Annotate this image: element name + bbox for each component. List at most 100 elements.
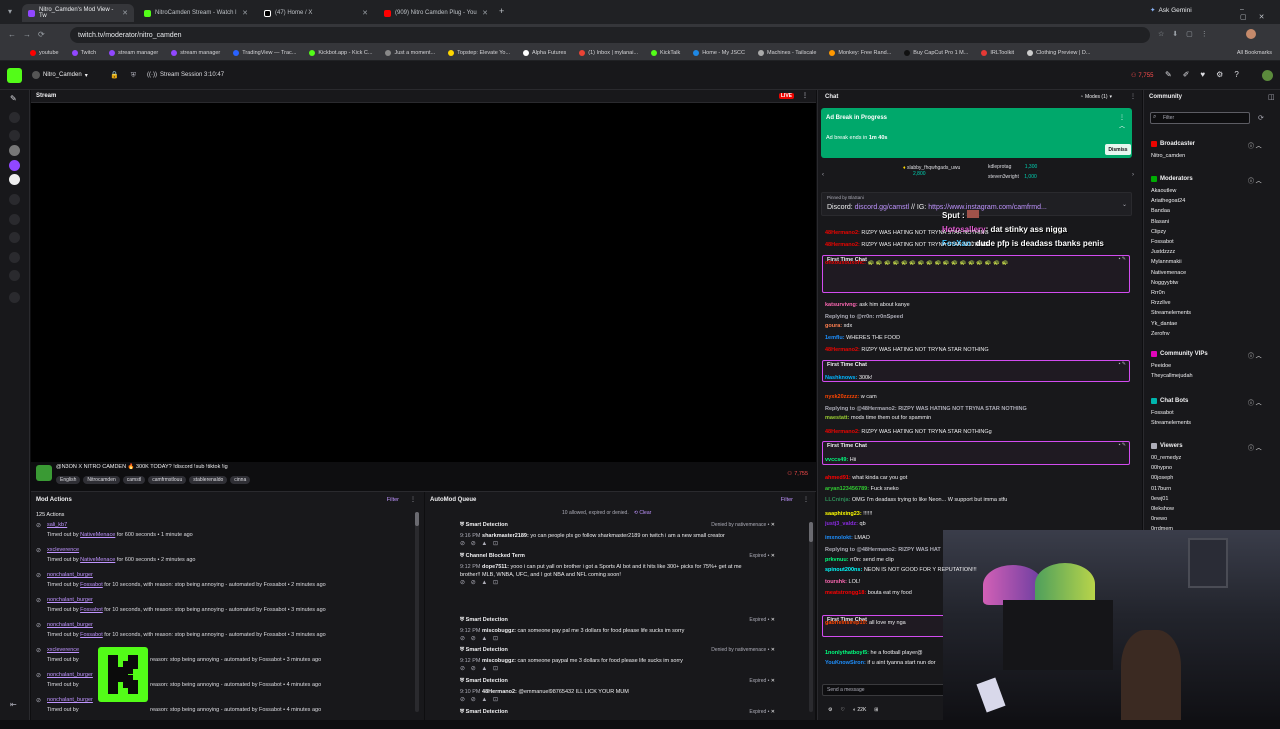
- rail-avatar-1[interactable]: [9, 145, 20, 156]
- chat-message[interactable]: aryan123456789: Fuck sneko: [825, 486, 899, 492]
- automod-user[interactable]: dope7511:: [482, 564, 509, 570]
- chat-username[interactable]: katsurvivng:: [825, 302, 858, 308]
- community-user[interactable]: Rrr0n: [1151, 290, 1165, 296]
- stream-tag[interactable]: cinna: [230, 476, 251, 484]
- chat-username[interactable]: ahmed91:: [825, 475, 851, 481]
- bookmark-item[interactable]: youtube: [30, 50, 59, 56]
- browser-tab-mod-view[interactable]: Nitro_Camden's Mod View - Tw ✕: [22, 4, 134, 22]
- automod-user[interactable]: 48Hermano2:: [482, 689, 517, 695]
- chat-message[interactable]: maestatt: mods time them out for spammin: [825, 415, 931, 421]
- profile-avatar[interactable]: [1246, 29, 1256, 39]
- community-user[interactable]: Nitro_camden: [1151, 153, 1185, 159]
- community-user[interactable]: Fossabot: [1151, 239, 1174, 245]
- ask-gemini-button[interactable]: ✦ Ask Gemini: [1150, 6, 1192, 15]
- close-icon[interactable]: ✕: [362, 9, 368, 17]
- chat-message[interactable]: ohxouxouxohc: 🐢 🐢 🐢 🐢 🐢 🐢 🐢 🐢 🐢 🐢 🐢 🐢 🐢 …: [825, 260, 1008, 266]
- rail-tool-5[interactable]: [9, 232, 20, 243]
- channel-avatar[interactable]: [36, 465, 52, 481]
- moderator-link[interactable]: Fossabot: [80, 607, 103, 613]
- section-info-icon[interactable]: ⓘ ︿: [1248, 141, 1262, 150]
- chat-username[interactable]: 48Hermano2:: [825, 347, 860, 353]
- automod-action-icons[interactable]: ⊘ ⊘ ▲ ⊡: [460, 696, 760, 704]
- stream-tag[interactable]: camstl: [122, 476, 146, 484]
- message-actions-icon[interactable]: ▪ ✎: [1119, 256, 1126, 262]
- chat-username[interactable]: ohxouxouxohc:: [825, 260, 866, 266]
- close-icon[interactable]: ✕: [122, 9, 128, 17]
- community-user[interactable]: 0lekshow: [1151, 506, 1174, 512]
- bookmark-item[interactable]: Monkey: Free Rand...: [829, 50, 891, 56]
- community-user[interactable]: Akaoutlew: [1151, 188, 1176, 194]
- community-user[interactable]: Yk_dantae: [1151, 321, 1177, 327]
- message-actions-icon[interactable]: ▪ ✎: [1119, 442, 1126, 448]
- chat-username[interactable]: aryan123456789:: [825, 486, 869, 492]
- bookmark-item[interactable]: (1) Inbox | mylanai...: [579, 50, 638, 56]
- mod-action-user[interactable]: nonchalant_burger: [47, 597, 93, 603]
- nav-buttons[interactable]: ←→⟳: [8, 30, 52, 39]
- chat-username[interactable]: gabrielnsirep10:: [825, 620, 868, 626]
- mod-action-user[interactable]: nonchalant_burger: [47, 622, 93, 628]
- close-icon[interactable]: ✕: [769, 553, 775, 559]
- more-options-icon[interactable]: ⋮: [803, 496, 809, 503]
- automod-action-icons[interactable]: ⊘ ⊘ ▲ ⊡: [460, 665, 760, 673]
- bookmark-item[interactable]: Alpha Futures: [523, 50, 566, 56]
- bookmark-item[interactable]: Home - My JSCC: [693, 50, 745, 56]
- automod-user[interactable]: sharkmaster2189:: [482, 533, 529, 539]
- community-user[interactable]: Mylannmakii: [1151, 259, 1182, 265]
- bookmark-item[interactable]: TradingView — Trac...: [233, 50, 296, 56]
- chat-message[interactable]: goura: xdx: [825, 323, 852, 329]
- more-options-icon[interactable]: ⋮ ︿: [1119, 114, 1132, 130]
- chat-username[interactable]: Replying to @48Hermano2: RIZPY WAS HAT: [825, 547, 941, 553]
- community-user[interactable]: Noggyybtw: [1151, 280, 1178, 286]
- more-options-icon[interactable]: ⋮: [1130, 93, 1136, 100]
- new-tab-button[interactable]: +: [499, 6, 504, 16]
- clear-button[interactable]: ⟲ Clear: [634, 510, 652, 516]
- chat-username[interactable]: 48Hermano2:: [825, 242, 860, 248]
- close-icon[interactable]: ✕: [482, 9, 488, 17]
- close-icon[interactable]: ✕: [769, 647, 775, 653]
- chat-username[interactable]: saaphixing23:: [825, 511, 862, 517]
- mod-view-logo-icon[interactable]: [7, 68, 22, 83]
- community-section-moderators[interactable]: Moderators: [1151, 176, 1193, 182]
- community-user[interactable]: Theycallmejudah: [1151, 373, 1193, 379]
- community-section-viewers[interactable]: Viewers: [1151, 443, 1183, 449]
- bookmark-item[interactable]: IRLToolkit: [981, 50, 1014, 56]
- chat-message[interactable]: katsurvivng: ask him about kanye: [825, 302, 910, 308]
- bookmark-item[interactable]: Kickbot.app - Kick C...: [309, 50, 372, 56]
- chat-username[interactable]: Nashknows:: [825, 375, 857, 381]
- community-section-broadcaster[interactable]: Broadcaster: [1151, 141, 1195, 147]
- moderator-link[interactable]: Fossabot: [80, 582, 103, 588]
- community-user[interactable]: 00hypno: [1151, 465, 1172, 471]
- community-user[interactable]: 00_remedyz: [1151, 455, 1181, 461]
- chat-message[interactable]: prkvnuu: rr0n: send me clip: [825, 557, 894, 563]
- chat-message[interactable]: saaphixing23: !!!!!!: [825, 511, 872, 517]
- chat-username[interactable]: imxnolokt:: [825, 535, 853, 541]
- community-user[interactable]: 00joseph: [1151, 475, 1173, 481]
- close-icon[interactable]: ✕: [769, 522, 775, 528]
- user-avatar[interactable]: [1262, 70, 1273, 81]
- chat-message[interactable]: 1nonlythatboyl5: he a football player@: [825, 650, 923, 656]
- community-user[interactable]: Streamelements: [1151, 310, 1191, 316]
- close-icon[interactable]: ✕: [769, 617, 775, 623]
- chat-message[interactable]: Replying to @48Hermano2: RIZPY WAS HAT: [825, 547, 941, 553]
- stream-tag[interactable]: camfrmstlouu: [148, 476, 187, 484]
- moderator-link[interactable]: NativeMenace: [80, 557, 115, 563]
- rail-tool-3[interactable]: [9, 194, 20, 205]
- community-user[interactable]: Justdzzzz: [1151, 249, 1175, 255]
- community-section-vips[interactable]: Community VIPs: [1151, 351, 1208, 357]
- chevron-down-icon[interactable]: ⌄: [1122, 201, 1127, 208]
- rail-tool-2[interactable]: [9, 130, 20, 141]
- chat-modes-button[interactable]: ◔ Modes (1) ▾: [1080, 94, 1112, 100]
- lock-shield-icons[interactable]: 🔒⛨: [110, 71, 148, 80]
- community-user[interactable]: Peeidoe: [1151, 363, 1171, 369]
- more-options-icon[interactable]: ⋮: [802, 92, 808, 99]
- chat-username[interactable]: 1nonlythatboyl5:: [825, 650, 869, 656]
- automod-action-icons[interactable]: ⊘ ⊘ ▲ ⊡: [460, 635, 760, 643]
- chat-username[interactable]: goura:: [825, 323, 842, 329]
- video-player[interactable]: [31, 90, 816, 462]
- chat-message[interactable]: 48Hermano2: RIZPY WAS HATING NOT TRYNA S…: [825, 242, 989, 248]
- chat-username[interactable]: LLCninja:: [825, 497, 850, 503]
- chat-message[interactable]: imxnolokt: LMAO: [825, 535, 870, 541]
- chat-username[interactable]: nyxk20zzzzz:: [825, 394, 859, 400]
- chat-message[interactable]: Replying to @rr0n: rr0nSpeed: [825, 314, 903, 320]
- mod-action-user[interactable]: nonchalant_burger: [47, 672, 93, 678]
